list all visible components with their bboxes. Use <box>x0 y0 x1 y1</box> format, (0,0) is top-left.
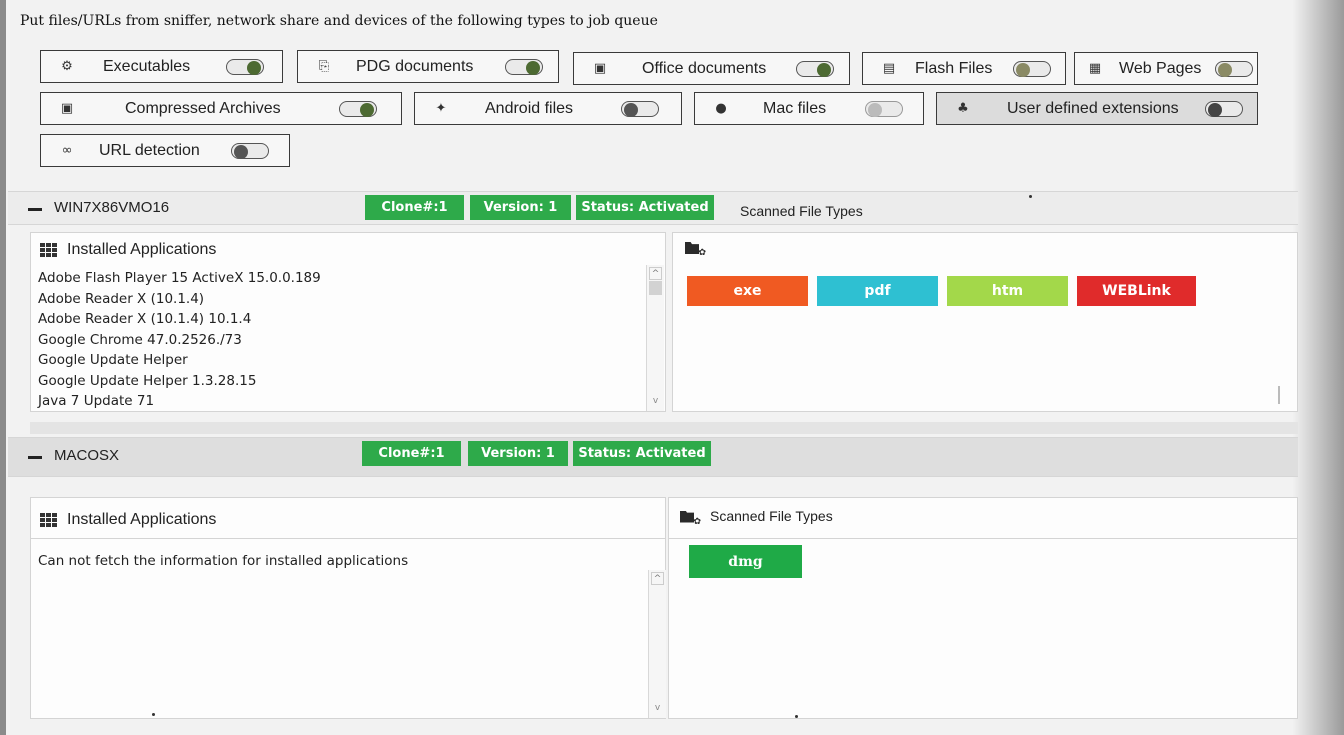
toggle-switch[interactable] <box>226 58 264 75</box>
scanned-file-types-header: Scanned File Types <box>740 203 863 219</box>
device-bar-win7[interactable]: WIN7X86VMO16 Clone#:1 Version: 1 Status:… <box>8 191 1298 225</box>
toggle-label: Mac files <box>763 99 827 117</box>
toggle-web-pages[interactable]: ▦ Web Pages <box>1074 52 1258 85</box>
toggle-switch[interactable] <box>621 100 659 117</box>
toggle-label: Executables <box>103 57 191 75</box>
version-badge: Version: 1 <box>470 195 571 220</box>
divider <box>30 538 666 539</box>
clone-badge: Clone#:1 <box>362 441 461 466</box>
android-icon: ✦ <box>435 101 447 116</box>
scroll-thumb[interactable] <box>649 281 662 295</box>
list-item: Adobe Reader X (10.1.4) 10.1.4 <box>38 311 252 327</box>
scanned-types-panel-mac <box>668 497 1298 719</box>
list-item: Java 7 Update 71 <box>38 393 155 409</box>
toggle-pdg-documents[interactable]: ⎘ PDG documents <box>297 50 559 83</box>
window-edge <box>1292 0 1344 735</box>
scanned-types-label: Scanned File Types <box>710 508 833 524</box>
toggle-executables[interactable]: ⚙ Executables <box>40 50 283 83</box>
clone-badge: Clone#:1 <box>365 195 464 220</box>
toggle-label: Flash Files <box>915 59 993 77</box>
device-name: WIN7X86VMO16 <box>54 199 170 216</box>
toggle-compressed-archives[interactable]: ▣ Compressed Archives <box>40 92 402 125</box>
toggle-flash-files[interactable]: ▤ Flash Files <box>862 52 1066 85</box>
folder-settings-icon <box>685 240 706 258</box>
apps-scrollbar-mac[interactable]: ^ v <box>648 570 666 718</box>
toggle-label: Android files <box>485 99 574 117</box>
file-type-dmg: dmg <box>689 545 802 578</box>
status-badge: Status: Activated <box>573 441 711 466</box>
user-add-icon: ♣ <box>957 101 969 116</box>
separator <box>30 422 1298 434</box>
installed-apps-list: Adobe Flash Player 15 ActiveX 15.0.0.189… <box>38 268 321 412</box>
speck <box>152 713 155 716</box>
toggle-switch[interactable] <box>505 58 543 75</box>
web-icon: ▦ <box>1088 61 1102 76</box>
status-badge: Status: Activated <box>576 195 714 220</box>
scanned-types-title: Scanned File Types <box>680 508 833 527</box>
link-icon: ∞ <box>61 143 73 158</box>
file-type-htm: htm <box>947 276 1068 306</box>
grid-icon <box>40 242 58 258</box>
grid-icon <box>40 512 58 528</box>
collapse-icon[interactable] <box>28 456 42 459</box>
pdf-icon: ⎘ <box>318 59 330 74</box>
intro-text: Put files/URLs from sniffer, network sha… <box>20 13 658 29</box>
speck <box>1029 195 1032 198</box>
archive-icon: ▣ <box>60 101 74 116</box>
cogs-icon: ⚙ <box>61 59 73 74</box>
list-item: Adobe Flash Player 15 ActiveX 15.0.0.189 <box>38 270 321 286</box>
list-item: Adobe Reader X (10.1.4) <box>38 290 205 307</box>
toggle-label: Office documents <box>642 59 767 77</box>
installed-apps-title: Installed Applications <box>40 511 216 529</box>
toggle-label: User defined extensions <box>1007 99 1179 117</box>
toggle-switch[interactable] <box>1205 100 1243 117</box>
toggle-office-documents[interactable]: ▣ Office documents <box>573 52 850 85</box>
toggle-switch[interactable] <box>865 100 903 117</box>
scanned-types-panel <box>672 232 1298 412</box>
list-item: Google Update Helper 1.3.28.15 <box>38 372 257 389</box>
toggle-url-detection[interactable]: ∞ URL detection <box>40 134 290 167</box>
toggle-switch[interactable] <box>339 100 377 117</box>
installed-apps-label: Installed Applications <box>67 241 217 258</box>
toggle-switch[interactable] <box>231 142 269 159</box>
toggle-label: Compressed Archives <box>125 99 281 117</box>
scroll-down-icon[interactable]: v <box>649 395 662 408</box>
panel-scroll-indicator <box>1278 386 1280 404</box>
toggle-switch[interactable] <box>1215 60 1253 77</box>
toggle-user-defined-extensions[interactable]: ♣ User defined extensions <box>936 92 1258 125</box>
file-type-pdf: pdf <box>817 276 938 306</box>
scroll-down-icon[interactable]: v <box>651 702 664 715</box>
toggle-label: URL detection <box>99 141 200 159</box>
scroll-up-icon[interactable]: ^ <box>651 572 664 585</box>
toggle-label: Web Pages <box>1119 59 1202 77</box>
device-name: MACOSX <box>54 447 120 464</box>
apple-icon: ● <box>715 101 727 116</box>
installed-apps-label: Installed Applications <box>67 511 217 528</box>
collapse-icon[interactable] <box>28 208 42 211</box>
installed-apps-panel-mac <box>30 497 666 719</box>
word-icon: ▣ <box>593 61 607 76</box>
toggle-label: PDG documents <box>356 57 474 75</box>
file-type-exe: exe <box>687 276 808 306</box>
no-apps-message: Can not fetch the information for instal… <box>38 553 409 569</box>
toggle-android-files[interactable]: ✦ Android files <box>414 92 682 125</box>
toggle-switch[interactable] <box>796 60 834 77</box>
divider <box>668 538 1298 539</box>
apps-scrollbar[interactable]: ^ v <box>646 265 664 411</box>
installed-apps-title: Installed Applications <box>40 241 216 259</box>
folder-settings-icon <box>680 509 701 527</box>
list-item: Google Chrome 47.0.2526./73 <box>38 331 242 348</box>
speck <box>795 715 798 718</box>
device-bar-macosx[interactable]: MACOSX Clone#:1 Version: 1 Status: Activ… <box>8 437 1298 477</box>
list-item: Google Update Helper <box>38 352 188 368</box>
toggle-switch[interactable] <box>1013 60 1051 77</box>
toggle-mac-files[interactable]: ● Mac files <box>694 92 924 125</box>
flash-icon: ▤ <box>882 61 896 76</box>
file-type-weblink: WEBLink <box>1077 276 1196 306</box>
version-badge: Version: 1 <box>468 441 568 466</box>
scroll-up-icon[interactable]: ^ <box>649 267 662 280</box>
